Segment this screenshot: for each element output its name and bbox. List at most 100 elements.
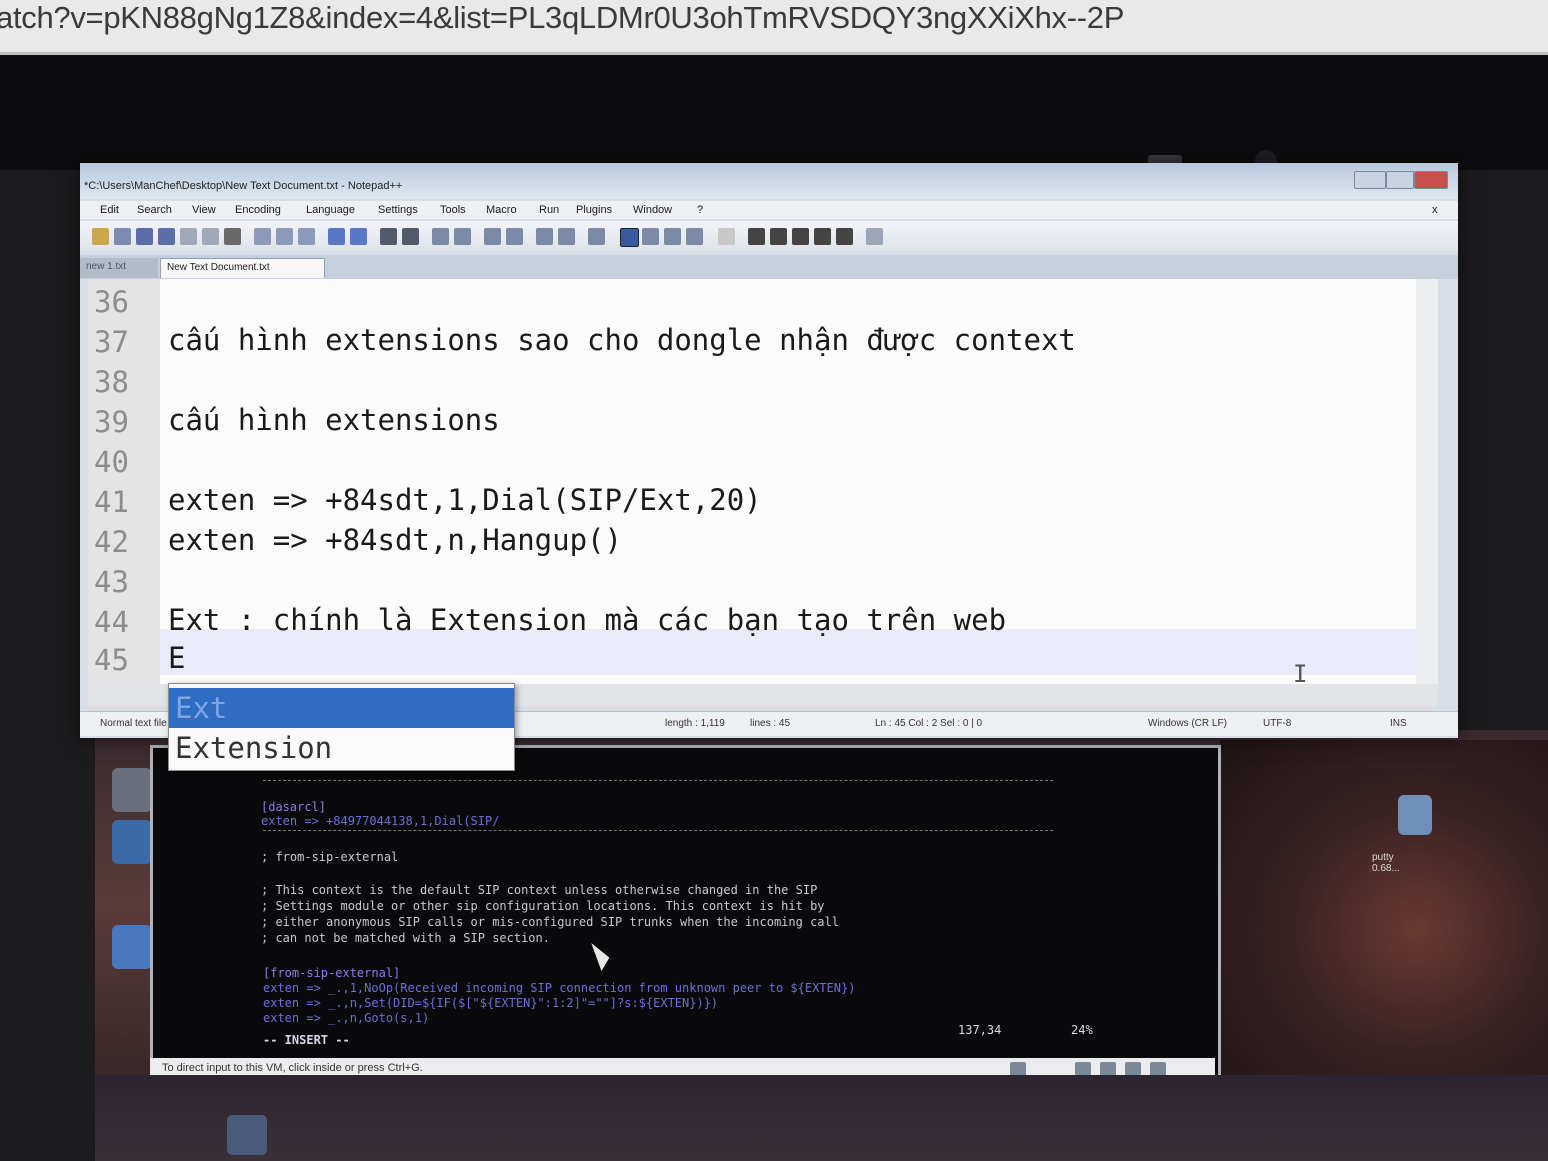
menu-macro[interactable]: Macro [486,204,517,216]
doc-map-icon[interactable] [642,228,659,245]
title-bar[interactable]: *C:\Users\ManChef\Desktop\New Text Docum… [80,163,1458,199]
save-all-icon[interactable] [158,228,175,245]
vim-cursor-pos: 137,34 [958,1023,1002,1037]
stop-macro-icon[interactable] [770,228,787,245]
new-file-icon[interactable] [92,228,109,245]
file-type: Normal text file [100,718,167,729]
menu-help[interactable]: ? [697,204,703,216]
all-chars-icon[interactable] [558,228,575,245]
play-macro-icon[interactable] [792,228,809,245]
save-macro-icon[interactable] [836,228,853,245]
editor-area[interactable]: 36 37 cấu hình extensions sao cho dongle… [88,279,1438,684]
redo-icon[interactable] [350,228,367,245]
play-multi-icon[interactable] [814,228,831,245]
url-text[interactable]: atch?v=pKN88gNg1Z8&index=4&list=PL3qLDMr… [0,0,1124,36]
usb-icon[interactable] [1100,1062,1116,1076]
menu-settings[interactable]: Settings [378,204,418,216]
code-line: cấu hình extensions [168,403,500,437]
eol-format[interactable]: Windows (CR LF) [1148,718,1227,729]
save-icon[interactable] [136,228,153,245]
zoom-in-icon[interactable] [432,228,449,245]
open-file-icon[interactable] [114,228,131,245]
close-icon[interactable] [1414,171,1448,189]
minimize-icon[interactable] [1354,171,1386,189]
line-number: 42 [94,525,129,559]
insert-mode: INS [1390,718,1407,729]
vm-terminal[interactable]: [dasarcl] exten => +84977044138,1,Dial(S… [150,745,1221,1081]
display-icon[interactable] [1150,1062,1166,1076]
paste-icon[interactable] [298,228,315,245]
maximize-icon[interactable] [1386,171,1414,189]
zoom-out-icon[interactable] [454,228,471,245]
monitor-icon[interactable] [718,228,735,245]
tab-bar: new 1.txt New Text Document.txt [80,255,1458,279]
close-icon[interactable] [180,228,197,245]
sound-icon[interactable] [1125,1062,1141,1076]
record-macro-icon[interactable] [748,228,765,245]
sync-v-icon[interactable] [484,228,501,245]
terminal-line: ; either anonymous SIP calls or mis-conf… [261,915,839,929]
terminal-line: exten => _.,n,Goto(s,1) [263,1011,430,1025]
vertical-scrollbar[interactable] [1416,279,1438,684]
indent-guide-icon[interactable] [588,228,605,245]
menu-view[interactable]: View [192,204,216,216]
find-icon[interactable] [380,228,397,245]
cut-icon[interactable] [254,228,271,245]
tab-new-1[interactable]: new 1.txt [80,258,158,278]
autocomplete-item-selected[interactable]: Ext [169,688,514,728]
menu-edit[interactable]: Edit [100,204,119,216]
autocomplete-item[interactable]: Extension [169,728,514,768]
desktop-app-icon[interactable] [112,925,152,969]
network-icon[interactable] [1075,1062,1091,1076]
function-list-icon[interactable] [664,228,681,245]
menu-search[interactable]: Search [137,204,172,216]
terminal-line: exten => _.,1,NoOp(Received incoming SIP… [263,981,856,995]
close-doc-icon[interactable]: x [1432,204,1438,216]
doc-lines: lines : 45 [750,718,791,729]
lang-icon[interactable] [620,228,639,247]
device-icon[interactable] [1010,1062,1026,1076]
taskbar-app-icon[interactable] [227,1115,267,1155]
desktop-app-icon[interactable] [112,768,152,812]
putty-label[interactable]: putty 0.68... [1372,852,1400,874]
menu-bar: Edit Search View Encoding Language Setti… [80,201,1458,219]
window-title: *C:\Users\ManChef\Desktop\New Text Docum… [84,180,403,192]
replace-icon[interactable] [402,228,419,245]
code-line: exten => +84sdt,1,Dial(SIP/Ext,20) [168,483,762,517]
terminal-line: ; from-sip-external [261,850,399,864]
menu-run[interactable]: Run [539,204,559,216]
menu-window[interactable]: Window [633,204,672,216]
sync-h-icon[interactable] [506,228,523,245]
encoding[interactable]: UTF-8 [1263,718,1291,729]
window-controls [1354,171,1448,189]
line-number: 39 [94,405,129,439]
line-number: 38 [94,365,129,399]
line-number: 45 [94,643,129,677]
terminal-line: exten => _.,n,Set(DID=${IF($["${EXTEN}":… [263,996,719,1010]
line-number: 43 [94,565,129,599]
video-player-header [0,55,1548,177]
menu-encoding[interactable]: Encoding [235,204,281,216]
browser-address-bar[interactable]: atch?v=pKN88gNg1Z8&index=4&list=PL3qLDMr… [0,0,1548,55]
autocomplete-list[interactable]: Ext Extension [168,683,515,771]
putty-icon[interactable] [1398,795,1432,835]
print-icon[interactable] [224,228,241,245]
notepadpp-window[interactable]: *C:\Users\ManChef\Desktop\New Text Docum… [80,163,1458,738]
code-line: E [168,641,186,675]
spellcheck-icon[interactable] [866,228,883,245]
toolbar [80,221,1458,251]
folder-ws-icon[interactable] [686,228,703,245]
doc-length: length : 1,119 [665,718,725,729]
wrap-icon[interactable] [536,228,553,245]
tab-new-text-document[interactable]: New Text Document.txt [160,258,325,278]
menu-language[interactable]: Language [306,204,355,216]
menu-plugins[interactable]: Plugins [576,204,612,216]
undo-icon[interactable] [328,228,345,245]
copy-icon[interactable] [276,228,293,245]
desktop-app-icon[interactable] [112,820,152,864]
vm-hint: To direct input to this VM, click inside… [162,1062,423,1074]
close-all-icon[interactable] [202,228,219,245]
menu-tools[interactable]: Tools [440,204,466,216]
taskbar [95,1075,1548,1161]
tab-label: New Text Document.txt [167,262,270,273]
